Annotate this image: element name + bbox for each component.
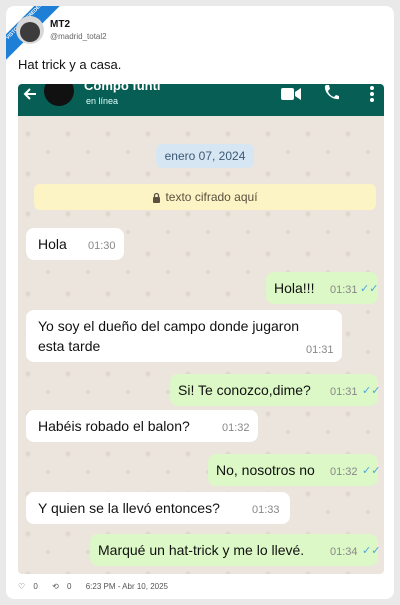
message-outgoing[interactable]: No, nosotros no 01:32 ✓✓ [208, 454, 381, 486]
message-text: esta tarde [38, 338, 101, 354]
tweet-text: Hat trick y a casa. [18, 57, 122, 72]
like-button[interactable]: ♡ 0 [18, 582, 44, 591]
tweet-timestamp[interactable]: 6:23 PM - Abr 10, 2025 [86, 582, 168, 591]
retweet-button[interactable]: ⟲ 0 [52, 582, 77, 591]
message-time: 01:33 [252, 504, 280, 516]
message-incoming[interactable]: Hola 01:30 [26, 228, 124, 260]
phone-icon [324, 85, 339, 100]
author-handle[interactable]: @madrid_total2 [50, 32, 107, 41]
author-name[interactable]: MT2 [50, 19, 70, 30]
lock-icon [153, 193, 161, 204]
more-options-icon [370, 86, 374, 102]
contact-name: Compo funti [84, 84, 161, 93]
message-time: 01:32 [222, 422, 250, 434]
contact-avatar [44, 84, 74, 106]
message-text: Hola!!! [274, 280, 315, 296]
message-text: No, nosotros no [216, 462, 315, 478]
message-text: Yo soy el dueño del campo donde jugaron [38, 318, 300, 334]
chat-screenshot[interactable]: Compo funti en línea enero 07, 2024 text… [18, 84, 384, 574]
encryption-notice: texto cifrado aquí [34, 184, 376, 210]
read-receipt-icon: ✓✓ [362, 385, 381, 397]
message-time: 01:32 [330, 466, 358, 478]
author-avatar[interactable] [16, 16, 44, 44]
tweet-card: VISTOENLASREDES .com MT2 @madrid_total2 … [6, 6, 394, 599]
message-text: Habéis robado el balon? [38, 418, 190, 434]
retweet-icon: ⟲ [52, 582, 59, 591]
read-receipt-icon: ✓✓ [360, 283, 379, 295]
like-count: 0 [33, 582, 38, 591]
contact-status: en línea [86, 96, 119, 106]
read-receipt-icon: ✓✓ [362, 465, 381, 477]
video-call-icon [281, 88, 301, 100]
encryption-notice-text: texto cifrado aquí [165, 190, 258, 204]
tweet-actions: ♡ 0 ⟲ 0 6:23 PM - Abr 10, 2025 [18, 582, 174, 591]
message-time: 01:34 [330, 546, 358, 558]
date-divider: enero 07, 2024 [156, 144, 254, 168]
message-text: Si! Te conozco,dime? [178, 382, 311, 398]
message-time: 01:31 [330, 284, 358, 296]
heart-icon: ♡ [18, 582, 26, 591]
retweet-count: 0 [67, 582, 72, 591]
message-outgoing[interactable]: Hola!!! 01:31 ✓✓ [266, 272, 378, 304]
back-arrow-icon [23, 88, 36, 100]
message-time: 01:30 [88, 240, 116, 252]
read-receipt-icon: ✓✓ [362, 545, 381, 557]
message-text: Hola [38, 236, 67, 252]
message-outgoing[interactable]: Marqué un hat-trick y me lo llevé. 01:34… [90, 534, 381, 566]
message-time: 01:31 [330, 386, 358, 398]
message-text: Y quien se la llevó entonces? [38, 500, 220, 516]
message-incoming[interactable]: Y quien se la llevó entonces? 01:33 [26, 492, 290, 524]
message-incoming[interactable]: Habéis robado el balon? 01:32 [26, 410, 258, 442]
message-incoming[interactable]: Yo soy el dueño del campo donde jugaron … [26, 310, 342, 362]
chat-header: Compo funti en línea [18, 84, 384, 116]
message-text: Marqué un hat-trick y me lo llevé. [98, 542, 305, 558]
message-outgoing[interactable]: Si! Te conozco,dime? 01:31 ✓✓ [170, 374, 381, 406]
message-time: 01:31 [306, 344, 334, 356]
